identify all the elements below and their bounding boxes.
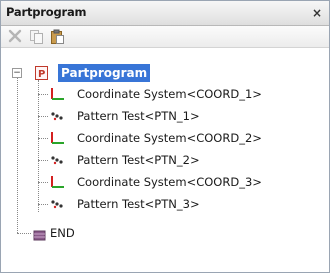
tree-item[interactable]: Coordinate System<COORD_3> — [77, 172, 262, 192]
paste-icon[interactable] — [49, 28, 66, 45]
panel-titlebar: Partprogram × — [1, 1, 329, 26]
end-icon — [33, 227, 47, 246]
tree-root-partprogram[interactable]: Partprogram — [58, 64, 151, 82]
program-tree: − P Partprogram Coordinate System<COORD_… — [1, 48, 329, 272]
panel-title: Partprogram — [6, 5, 87, 19]
coordinate-system-icon — [48, 130, 66, 150]
pattern-test-icon — [48, 152, 66, 172]
svg-text:P: P — [38, 69, 45, 80]
tree-item[interactable]: Coordinate System<COORD_2> — [77, 128, 262, 148]
copy-icon[interactable] — [28, 28, 45, 45]
partprogram-icon: P — [34, 65, 50, 85]
partprogram-panel: Partprogram × − P Partprogram Coordinate… — [0, 0, 330, 273]
tree-item[interactable]: Pattern Test<PTN_1> — [77, 106, 200, 126]
close-button[interactable]: × — [309, 5, 325, 21]
pattern-test-icon — [48, 196, 66, 216]
collapse-toggle[interactable]: − — [12, 68, 22, 78]
tree-item-end[interactable]: END — [50, 223, 75, 243]
coordinate-system-icon — [48, 86, 66, 106]
tree-item[interactable]: Pattern Test<PTN_2> — [77, 150, 200, 170]
pattern-test-icon — [48, 108, 66, 128]
coordinate-system-icon — [48, 174, 66, 194]
tree-item[interactable]: Coordinate System<COORD_1> — [77, 84, 262, 104]
delete-icon[interactable] — [7, 28, 24, 45]
toolbar — [1, 26, 329, 48]
tree-item[interactable]: Pattern Test<PTN_3> — [77, 194, 200, 214]
